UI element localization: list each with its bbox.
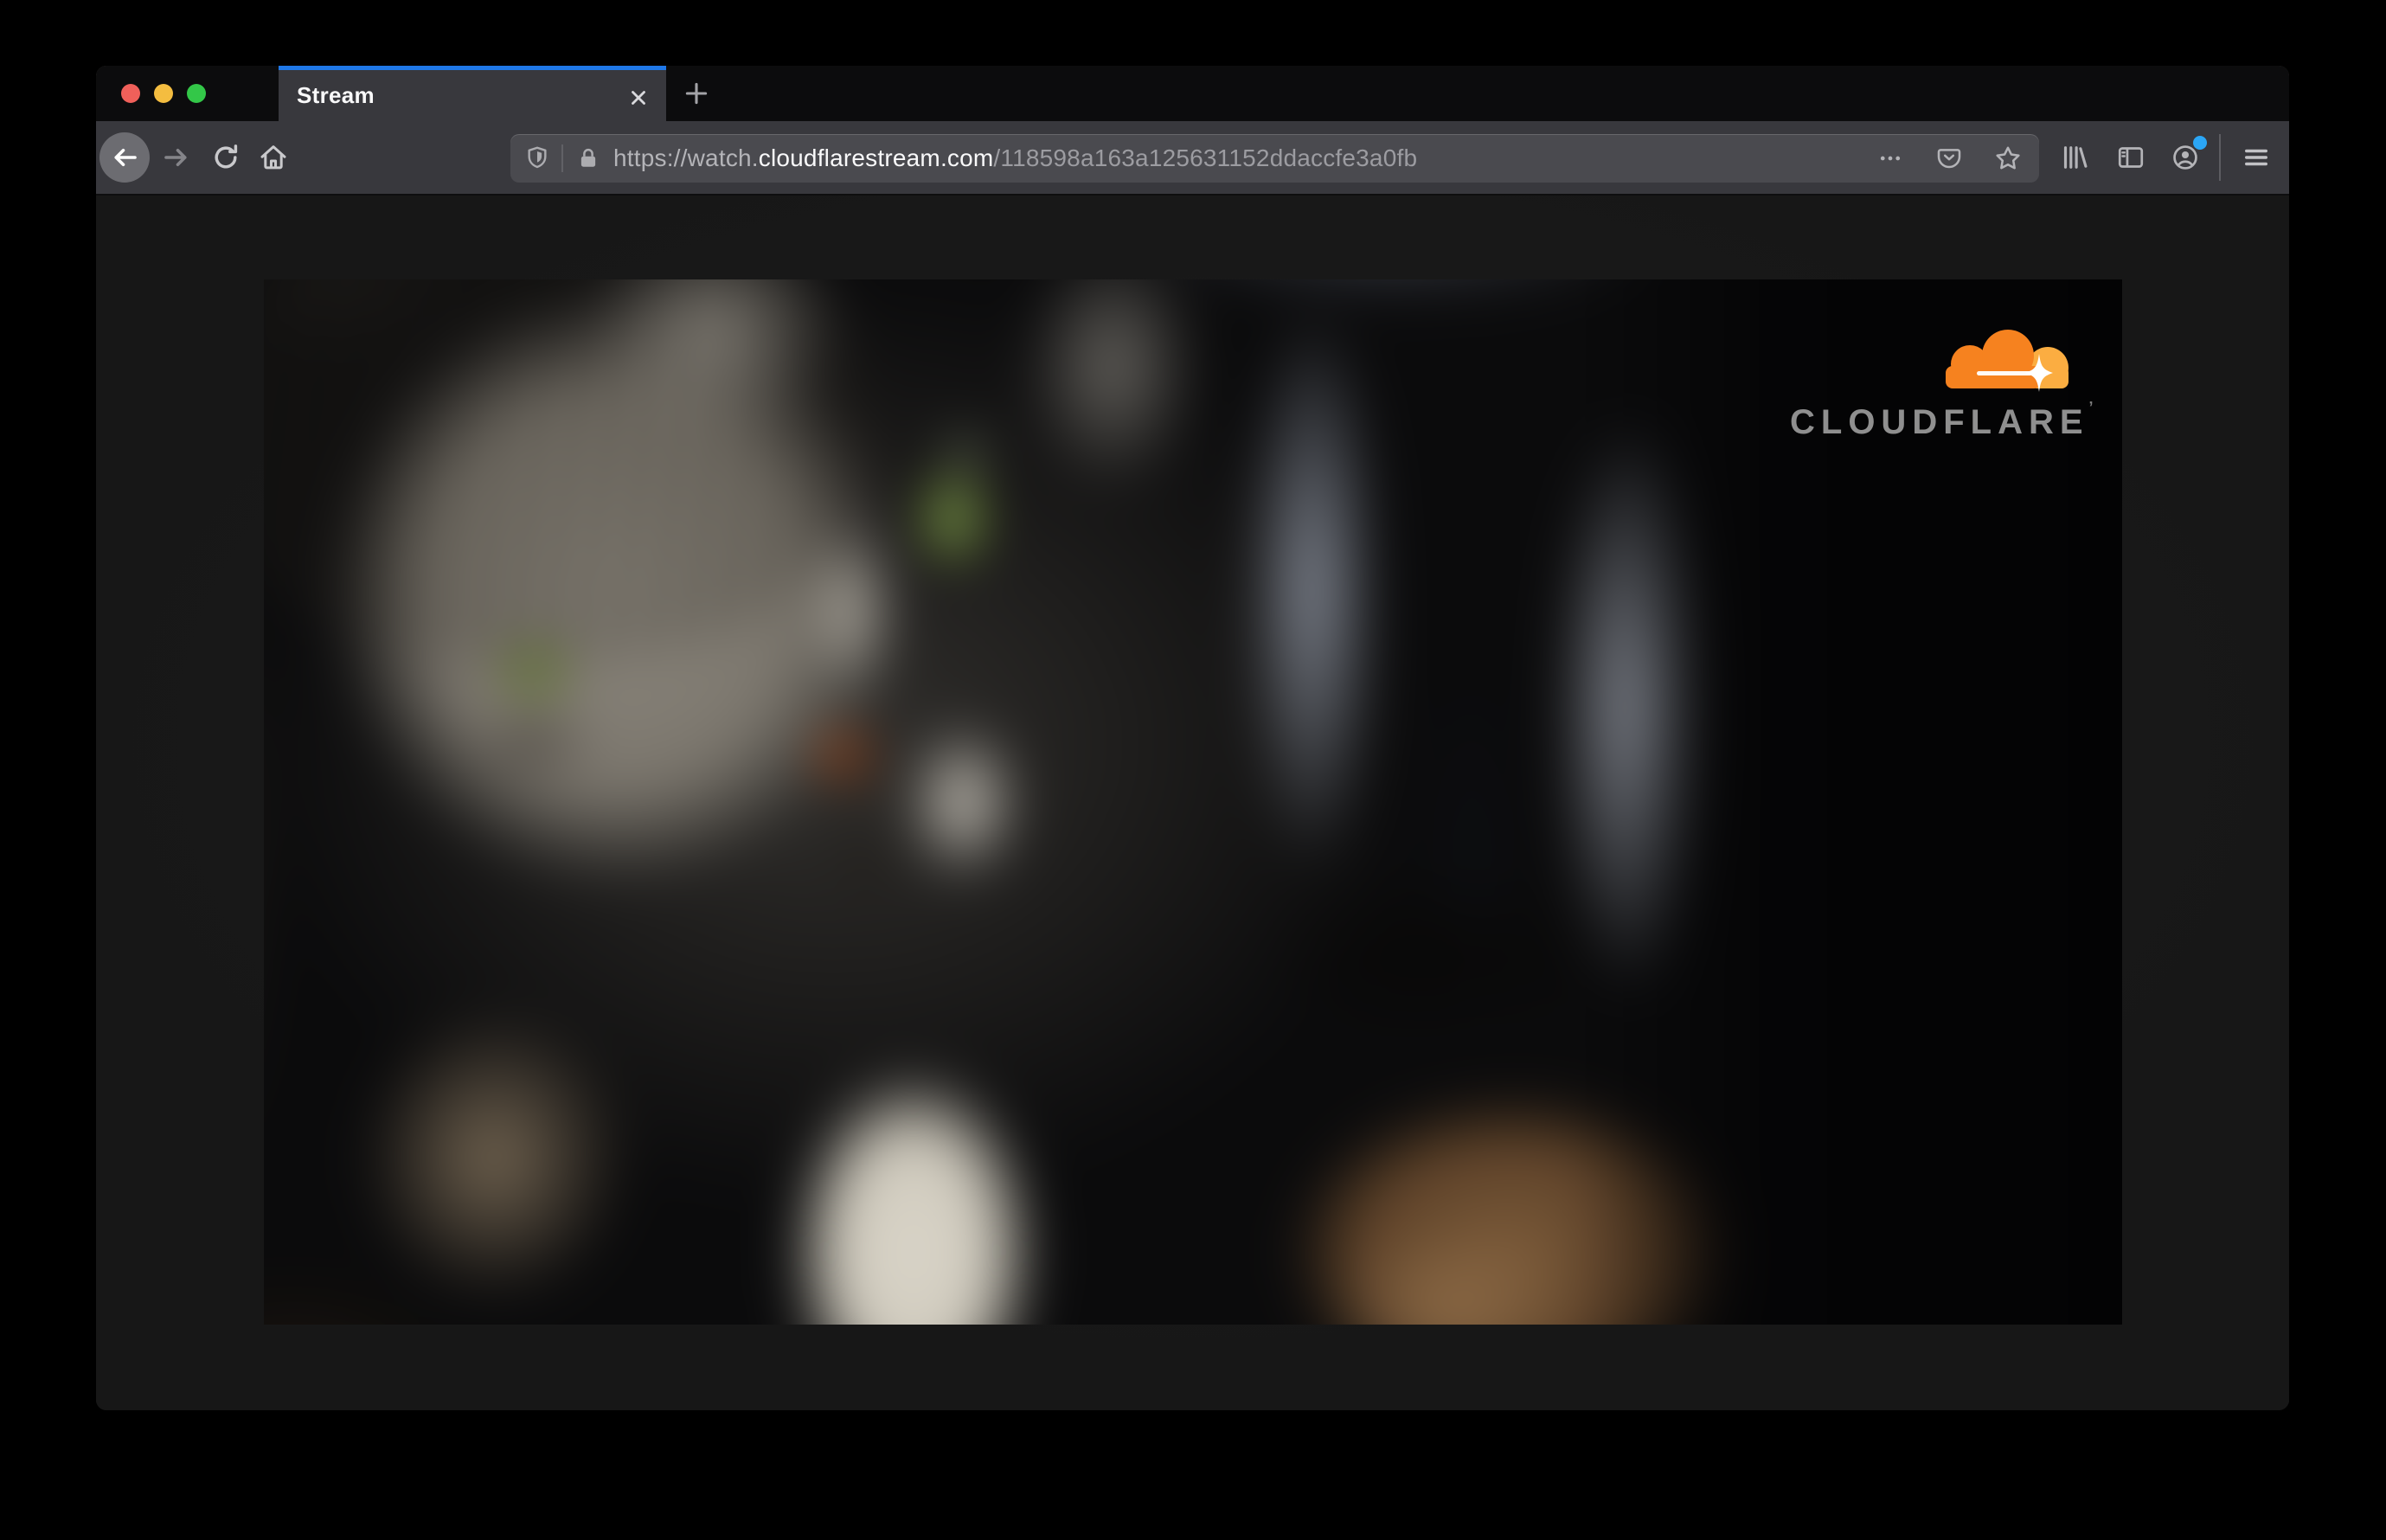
account-icon[interactable] xyxy=(2166,136,2207,176)
url-domain: cloudflarestream.com xyxy=(758,144,994,171)
window-controls xyxy=(121,84,206,103)
browser-window: Stream https://watch.cloudflarestream.co… xyxy=(96,66,2289,1410)
tracking-protection-shield-icon[interactable] xyxy=(523,144,551,172)
minimize-window-button[interactable] xyxy=(154,84,173,103)
tab-title: Stream xyxy=(297,82,375,108)
forward-button[interactable] xyxy=(157,138,196,176)
cloudflare-cloud-icon xyxy=(1946,330,2069,392)
page-content: CLOUDFLARE’ xyxy=(96,196,2289,1410)
account-notification-badge xyxy=(2193,136,2207,150)
cloudflare-logo: CLOUDFLARE’ xyxy=(1790,321,2094,442)
urlbar-divider xyxy=(561,144,563,172)
url-text: https://watch.cloudflarestream.com/11859… xyxy=(613,144,1417,172)
tab-close-icon[interactable] xyxy=(623,82,654,113)
url-prefix: https://watch. xyxy=(613,144,759,171)
url-bar[interactable]: https://watch.cloudflarestream.com/11859… xyxy=(510,134,2039,183)
page-actions-ellipsis-icon[interactable] xyxy=(1873,141,1908,176)
pocket-icon[interactable] xyxy=(1932,141,1966,176)
sidebar-icon[interactable] xyxy=(2112,138,2150,176)
cloudflare-wordmark: CLOUDFLARE’ xyxy=(1790,399,2094,441)
bookmark-star-icon[interactable] xyxy=(1991,141,2025,176)
toolbar-divider xyxy=(2219,134,2221,181)
reload-button[interactable] xyxy=(207,138,245,176)
url-path: /118598a163a125631152ddaccfe3a0fb xyxy=(993,144,1418,171)
back-button[interactable] xyxy=(99,132,150,183)
titlebar: Stream xyxy=(96,66,2289,121)
hamburger-menu-icon[interactable] xyxy=(2237,138,2275,176)
nav-toolbar: https://watch.cloudflarestream.com/11859… xyxy=(96,121,2289,196)
tab-stream[interactable]: Stream xyxy=(279,66,666,121)
library-icon[interactable] xyxy=(2056,138,2094,176)
new-tab-button[interactable] xyxy=(672,69,721,118)
zoom-window-button[interactable] xyxy=(187,84,206,103)
close-window-button[interactable] xyxy=(121,84,140,103)
padlock-icon[interactable] xyxy=(575,145,601,171)
trademark-mark: ’ xyxy=(2088,399,2094,416)
home-button[interactable] xyxy=(254,138,292,176)
video-player[interactable]: CLOUDFLARE’ xyxy=(264,279,2122,1325)
